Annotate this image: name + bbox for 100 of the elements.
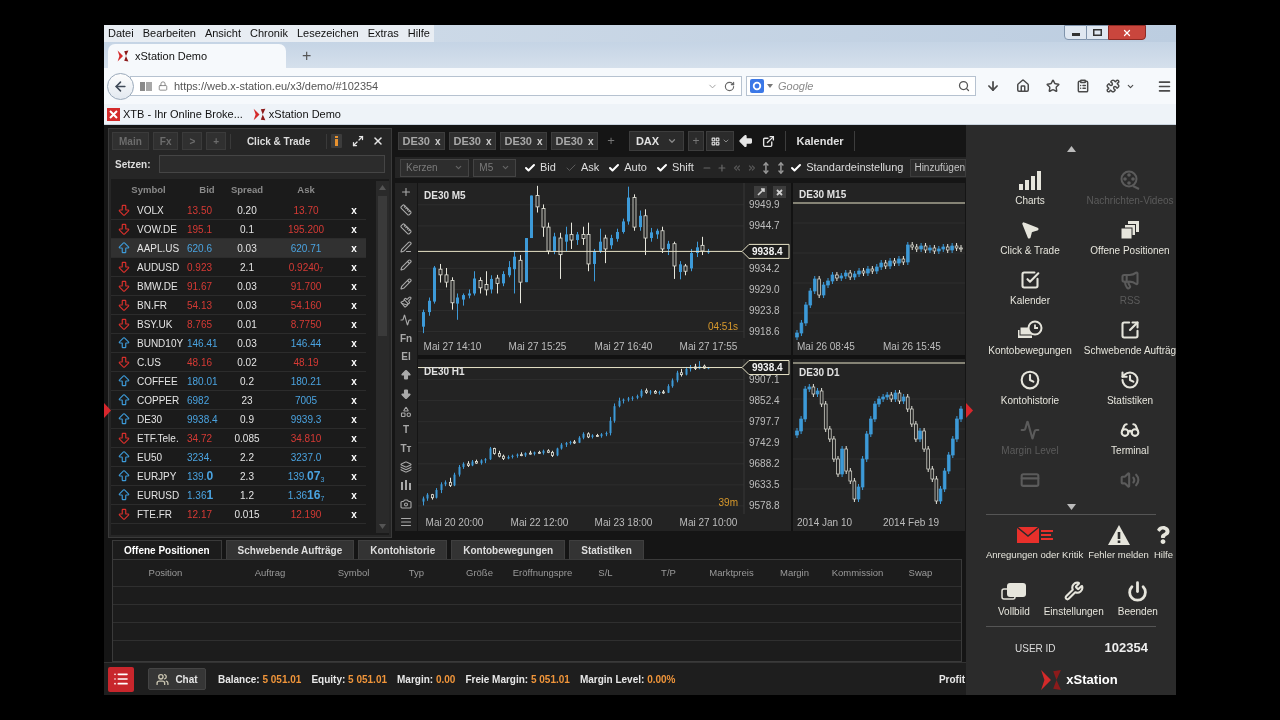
star-icon[interactable] bbox=[1046, 79, 1060, 93]
maximize-button[interactable] bbox=[754, 186, 767, 198]
menu-item[interactable]: Ansicht bbox=[204, 27, 241, 40]
menu-action[interactable]: Fehler melden bbox=[1088, 525, 1149, 563]
remove-button[interactable]: x bbox=[346, 240, 362, 256]
remove-button[interactable]: x bbox=[346, 392, 362, 408]
bars-icon[interactable] bbox=[400, 479, 412, 492]
url-input[interactable]: https://web.x-station.eu/x3/demo/#102354 bbox=[174, 77, 701, 95]
menu-action[interactable]: Beenden bbox=[1117, 581, 1158, 620]
search-input[interactable]: Google bbox=[778, 77, 955, 95]
tool-button[interactable]: Tт bbox=[400, 442, 412, 455]
panel-tab[interactable]: Statistiken bbox=[569, 540, 644, 559]
expand-icon[interactable] bbox=[352, 135, 364, 147]
menu-item[interactable]: Extras bbox=[367, 27, 399, 40]
remove-button[interactable]: x bbox=[346, 487, 362, 503]
search-bar[interactable]: Google bbox=[746, 76, 976, 96]
url-bar[interactable]: https://web.x-station.eu/x3/demo/#102354 bbox=[130, 76, 742, 96]
menu-tile[interactable]: Terminal bbox=[1111, 420, 1149, 458]
toggle-button[interactable]: Bid bbox=[524, 159, 556, 176]
close-button[interactable] bbox=[1108, 25, 1146, 40]
chart-line-icon[interactable] bbox=[400, 314, 412, 327]
pencil-icon[interactable] bbox=[400, 259, 412, 272]
toggle-button[interactable]: Ask bbox=[564, 159, 600, 176]
watchlist-row[interactable]: VOW.DE 195.1 0.1 195.200 x bbox=[111, 220, 367, 239]
shapes-icon[interactable] bbox=[400, 405, 412, 418]
minimize-button[interactable] bbox=[1064, 25, 1087, 40]
scroll-up-icon[interactable] bbox=[1067, 146, 1076, 152]
menu-tile[interactable]: Kontobewegungen bbox=[988, 320, 1072, 358]
puzzle-icon[interactable] bbox=[1106, 79, 1120, 93]
watchlist-row[interactable]: EURUSD 1.361 1.2 1.3616$_{7}$ x bbox=[111, 486, 367, 505]
remove-button[interactable]: x bbox=[346, 354, 362, 370]
maximize-button[interactable] bbox=[1087, 25, 1108, 40]
lines-icon[interactable] bbox=[400, 515, 412, 528]
menu-tile[interactable]: Offene Positionen bbox=[1090, 220, 1170, 258]
remove-button[interactable]: x bbox=[346, 430, 362, 446]
tab-close-button[interactable]: x bbox=[537, 133, 543, 149]
chart-tab[interactable]: DE30 x bbox=[398, 132, 445, 150]
camera-icon[interactable] bbox=[400, 497, 412, 510]
tool-button[interactable]: T bbox=[402, 424, 410, 437]
watchlist-row[interactable]: BSY.UK 8.765 0.01 8.7750 x bbox=[111, 315, 367, 334]
caret-icon[interactable] bbox=[767, 84, 773, 88]
tab-close-button[interactable]: x bbox=[588, 133, 594, 149]
panel-tab[interactable]: Schwebende Aufträge bbox=[225, 540, 355, 559]
scrollbar[interactable] bbox=[376, 181, 389, 533]
menu-item[interactable]: Hilfe bbox=[407, 27, 430, 40]
watchlist-row[interactable]: BMW.DE 91.67 0.03 91.700 x bbox=[111, 277, 367, 296]
menu-tile[interactable]: Kalender bbox=[1010, 270, 1050, 308]
chart-tab[interactable]: DE30 x bbox=[551, 132, 598, 150]
panel-tab[interactable]: Offene Positionen bbox=[112, 540, 222, 559]
layers-icon[interactable] bbox=[400, 460, 412, 473]
toggle-button[interactable]: Shift bbox=[655, 159, 694, 176]
tool-button[interactable]: El bbox=[401, 350, 411, 363]
menu-action[interactable]: Anregungen oder Kritik bbox=[986, 525, 1084, 563]
ruler-icon[interactable] bbox=[400, 222, 412, 235]
menu-tile[interactable]: Charts bbox=[1015, 170, 1045, 208]
pencil-icon[interactable] bbox=[400, 277, 412, 290]
arrow-up-icon[interactable] bbox=[400, 369, 412, 382]
back-button[interactable] bbox=[107, 72, 134, 100]
menu-tile[interactable]: Schwebende Aufträg bbox=[1083, 320, 1177, 358]
tab-close-button[interactable]: x bbox=[435, 133, 441, 149]
watchlist-row[interactable]: C.US 48.16 0.02 48.19 x bbox=[111, 353, 367, 372]
home-icon[interactable] bbox=[1016, 79, 1030, 93]
watchlist-row[interactable]: FTE.FR 12.17 0.015 12.190 x bbox=[111, 505, 367, 524]
menu-item[interactable]: Datei bbox=[108, 27, 134, 40]
chart-tab[interactable]: DE30 x bbox=[500, 132, 547, 150]
bookmark-link[interactable]: xStation Demo bbox=[268, 105, 341, 123]
remove-button[interactable]: x bbox=[346, 506, 362, 522]
pop-out-icon[interactable] bbox=[762, 134, 775, 148]
menu-item[interactable]: Lesezeichen bbox=[296, 27, 359, 40]
watchlist-row[interactable]: EURJPY 139.0 2.3 139.07$_{3}$ x bbox=[111, 467, 367, 486]
search-engine-icon[interactable] bbox=[750, 79, 764, 93]
close-icon[interactable] bbox=[372, 135, 384, 147]
new-tab-button[interactable]: + bbox=[302, 48, 312, 64]
filter-field[interactable] bbox=[158, 155, 385, 173]
menu-action[interactable]: Hilfe bbox=[1153, 525, 1173, 563]
remove-button[interactable]: x bbox=[346, 373, 362, 389]
menu-action[interactable]: Einstellungen bbox=[1043, 581, 1104, 620]
menu-button[interactable] bbox=[108, 666, 134, 692]
back-arrow-icon[interactable] bbox=[738, 133, 754, 149]
arrow-down-icon[interactable] bbox=[400, 387, 412, 400]
toggle-button[interactable]: Auto bbox=[608, 159, 647, 176]
remove-button[interactable]: x bbox=[346, 297, 362, 313]
remove-button[interactable]: x bbox=[346, 411, 362, 427]
remove-button[interactable]: x bbox=[346, 335, 362, 351]
tab-close-button[interactable]: x bbox=[486, 133, 492, 149]
calendar-button[interactable]: Kalender bbox=[785, 131, 855, 151]
add-tab-button[interactable]: + bbox=[604, 131, 618, 151]
menu-item[interactable]: Chronik bbox=[250, 27, 288, 40]
add-indicator-select[interactable]: Hinzufügen bbox=[910, 158, 966, 177]
remove-button[interactable]: x bbox=[346, 221, 362, 237]
watchlist-row[interactable]: VOLX 13.50 0.20 13.70 x bbox=[111, 201, 367, 220]
menu-tile[interactable]: Kontohistorie bbox=[1000, 370, 1060, 408]
ruler-icon[interactable] bbox=[400, 204, 412, 217]
remove-button[interactable]: x bbox=[346, 202, 362, 218]
chart-tab[interactable]: DE30 x bbox=[449, 132, 496, 150]
watchlist-row[interactable]: BUND10Y 146.41 0.03 146.44 x bbox=[111, 334, 367, 353]
remove-button[interactable]: x bbox=[346, 259, 362, 275]
menu-tile[interactable]: Click & Trade bbox=[1000, 220, 1060, 258]
watchlist-row[interactable]: EU50 3234. 2.2 3237.0 x bbox=[111, 448, 367, 467]
watchlist-row[interactable]: AAPL.US 620.6 0.03 620.71 x bbox=[111, 239, 367, 258]
